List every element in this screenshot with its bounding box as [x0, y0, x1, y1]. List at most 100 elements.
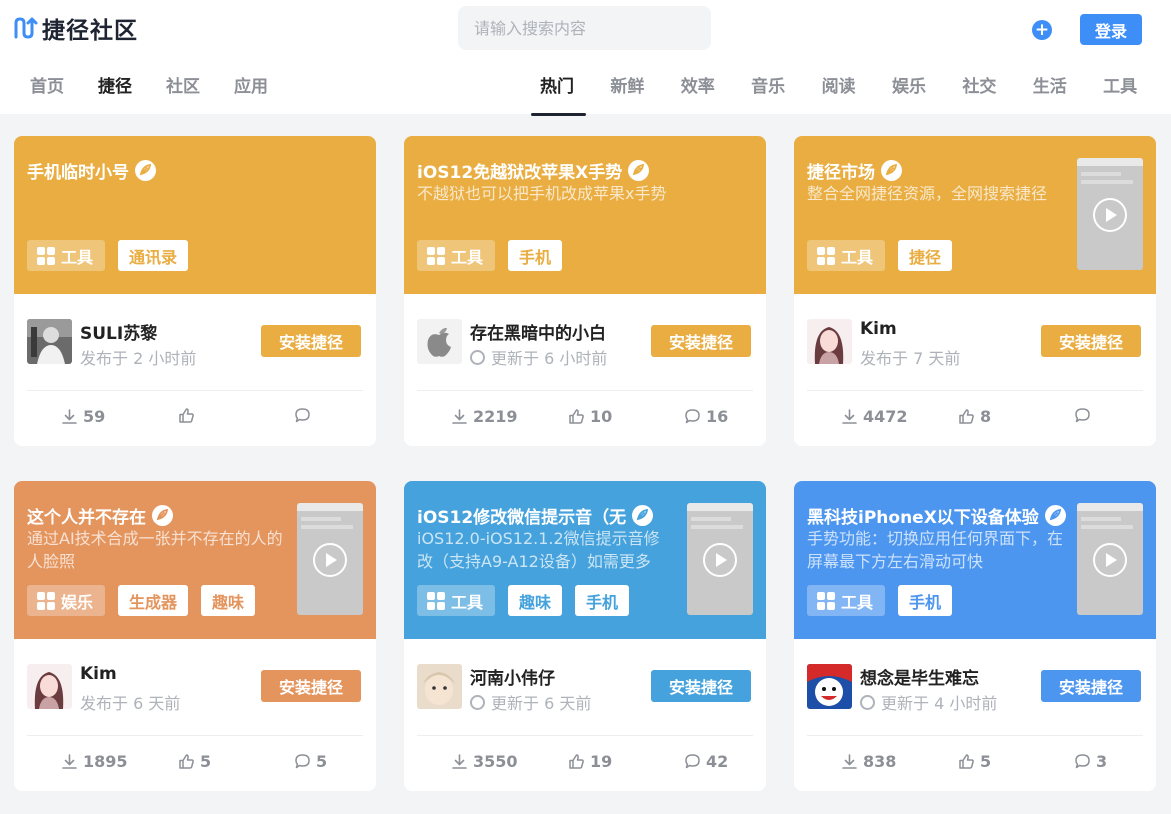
shortcut-card[interactable]: 黑科技iPhoneX以下设备体验 手势功能：切换应用任何界面下，在屏幕最下方左右滑… — [794, 481, 1156, 791]
install-shortcut-button[interactable]: 安装捷径 — [651, 670, 751, 702]
shortcut-card[interactable]: 这个人并不存在 通过AI技术合成一张并不存在的人的人脸照 娱乐 生成器 趣味 Kim 发布于… — [14, 481, 376, 791]
category-tag[interactable]: 娱乐 — [27, 585, 106, 616]
shortcut-card[interactable]: iOS12修改微信提示音（无 iOS12.0-iOS12.1.2微信提示音修改（支… — [404, 481, 766, 791]
card-banner[interactable]: iOS12免越狱改苹果X手势 不越狱也可以把手机改成苹果x手势 工具 手机 — [404, 136, 766, 294]
download-icon — [452, 409, 467, 424]
category-tag[interactable]: 工具 — [27, 240, 106, 271]
like-count[interactable]: 5 — [958, 752, 991, 771]
comment-count[interactable]: 16 — [684, 407, 728, 426]
author-name[interactable]: Kim — [860, 319, 897, 339]
tab-music[interactable]: 音乐 — [751, 72, 821, 97]
verified-icon — [1044, 505, 1066, 526]
avatar[interactable] — [27, 664, 72, 709]
author-name[interactable]: SULI苏黎 — [80, 319, 157, 344]
comment-count[interactable]: 42 — [684, 752, 728, 771]
tab-hot[interactable]: 热门 — [540, 72, 610, 97]
like-count[interactable] — [178, 407, 200, 424]
tag[interactable]: 通讯录 — [118, 240, 189, 271]
tag[interactable]: 手机 — [508, 240, 563, 271]
tab-social[interactable]: 社交 — [962, 72, 1032, 97]
tag[interactable]: 趣味 — [508, 585, 563, 616]
like-count[interactable]: 10 — [568, 407, 612, 426]
tab-tools[interactable]: 工具 — [1103, 72, 1171, 97]
card-banner[interactable]: 这个人并不存在 通过AI技术合成一张并不存在的人的人脸照 娱乐 生成器 趣味 — [14, 481, 376, 639]
tab-reading[interactable]: 阅读 — [822, 72, 892, 97]
card-title[interactable]: 手机临时小号 — [27, 158, 129, 183]
like-count[interactable]: 19 — [568, 752, 612, 771]
download-count[interactable]: 3550 — [451, 752, 518, 771]
install-shortcut-button[interactable]: 安装捷径 — [1041, 325, 1141, 357]
tag[interactable]: 手机 — [898, 585, 953, 616]
shortcut-card[interactable]: 捷径市场 整合全网捷径资源，全网搜索捷径 工具 捷径 Kim 发布于 7 天前 安装捷径 44… — [794, 136, 1156, 446]
post-time: 发布于 6 天前 — [80, 690, 180, 714]
comment-icon — [1075, 754, 1090, 769]
download-count[interactable]: 4472 — [841, 407, 908, 426]
nav-item-home[interactable]: 首页 — [30, 72, 64, 97]
post-time-text: 发布于 2 小时前 — [80, 349, 197, 368]
preview-thumbnail[interactable] — [1077, 503, 1143, 615]
login-button[interactable]: 登录 — [1080, 14, 1142, 45]
nav-item-apps[interactable]: 应用 — [234, 72, 268, 97]
category-tag[interactable]: 工具 — [807, 240, 886, 271]
add-shortcut-button[interactable]: + — [1032, 20, 1052, 40]
tab-efficiency[interactable]: 效率 — [681, 72, 751, 97]
comment-count[interactable] — [294, 407, 316, 424]
author-name[interactable]: 河南小伟仔 — [470, 664, 555, 689]
author-name[interactable]: Kim — [80, 664, 117, 684]
preview-thumbnail[interactable] — [1077, 158, 1143, 270]
card-title[interactable]: iOS12修改微信提示音（无 — [417, 503, 626, 528]
avatar[interactable] — [807, 319, 852, 364]
download-count[interactable]: 2219 — [451, 407, 518, 426]
card-banner[interactable]: 手机临时小号工具 通讯录 — [14, 136, 376, 294]
card-banner[interactable]: 捷径市场 整合全网捷径资源，全网搜索捷径 工具 捷径 — [794, 136, 1156, 294]
card-title[interactable]: 这个人并不存在 — [27, 503, 146, 528]
tab-life[interactable]: 生活 — [1033, 72, 1103, 97]
shortcut-card[interactable]: 手机临时小号工具 通讯录 SULI苏黎发布于 2 小时前 安装捷径 59 — [14, 136, 376, 446]
like-count[interactable]: 5 — [178, 752, 211, 771]
nav-item-community[interactable]: 社区 — [166, 72, 200, 97]
card-title[interactable]: 黑科技iPhoneX以下设备体验 — [807, 503, 1039, 528]
tab-new[interactable]: 新鲜 — [610, 72, 680, 97]
play-icon[interactable] — [1093, 543, 1127, 577]
comment-count[interactable]: 3 — [1074, 752, 1107, 771]
preview-thumbnail[interactable] — [687, 503, 753, 615]
tag[interactable]: 生成器 — [118, 585, 189, 616]
tag-label: 生成器 — [129, 592, 178, 612]
avatar[interactable] — [807, 664, 852, 709]
avatar[interactable] — [417, 319, 462, 364]
author-name[interactable]: 存在黑暗中的小白 — [470, 319, 606, 344]
card-title[interactable]: 捷径市场 — [807, 158, 875, 183]
avatar[interactable] — [417, 664, 462, 709]
tab-entertainment[interactable]: 娱乐 — [892, 72, 962, 97]
category-tag[interactable]: 工具 — [807, 585, 886, 616]
category-tag[interactable]: 工具 — [417, 240, 496, 271]
card-banner[interactable]: iOS12修改微信提示音（无 iOS12.0-iOS12.1.2微信提示音修改（支… — [404, 481, 766, 639]
install-shortcut-button[interactable]: 安装捷径 — [261, 670, 361, 702]
install-shortcut-button[interactable]: 安装捷径 — [1041, 670, 1141, 702]
comment-count[interactable]: 5 — [294, 752, 327, 771]
category-tag[interactable]: 工具 — [417, 585, 496, 616]
tag[interactable]: 捷径 — [898, 240, 953, 271]
author-name[interactable]: 想念是毕生难忘 — [860, 664, 979, 689]
install-shortcut-button[interactable]: 安装捷径 — [651, 325, 751, 357]
tag[interactable]: 手机 — [575, 585, 630, 616]
card-banner[interactable]: 黑科技iPhoneX以下设备体验 手势功能：切换应用任何界面下，在屏幕最下方左右滑… — [794, 481, 1156, 639]
download-count[interactable]: 59 — [61, 407, 105, 426]
install-shortcut-button[interactable]: 安装捷径 — [261, 325, 361, 357]
comment-count[interactable] — [1074, 407, 1096, 424]
like-count[interactable]: 8 — [958, 407, 991, 426]
search-input[interactable] — [458, 6, 711, 50]
avatar[interactable] — [27, 319, 72, 364]
site-logo[interactable]: 捷径社区 — [12, 12, 138, 44]
tag[interactable]: 趣味 — [201, 585, 256, 616]
category-tabs: 热门 新鲜 效率 音乐 阅读 娱乐 社交 生活 工具 — [540, 72, 1171, 97]
play-icon[interactable] — [1093, 198, 1127, 232]
play-icon[interactable] — [313, 543, 347, 577]
download-count[interactable]: 838 — [841, 752, 896, 771]
play-icon[interactable] — [703, 543, 737, 577]
download-count[interactable]: 1895 — [61, 752, 128, 771]
preview-thumbnail[interactable] — [297, 503, 363, 615]
shortcut-card[interactable]: iOS12免越狱改苹果X手势 不越狱也可以把手机改成苹果x手势 工具 手机存在黑暗中的… — [404, 136, 766, 446]
nav-item-shortcuts[interactable]: 捷径 — [98, 72, 132, 97]
card-title[interactable]: iOS12免越狱改苹果X手势 — [417, 158, 622, 183]
